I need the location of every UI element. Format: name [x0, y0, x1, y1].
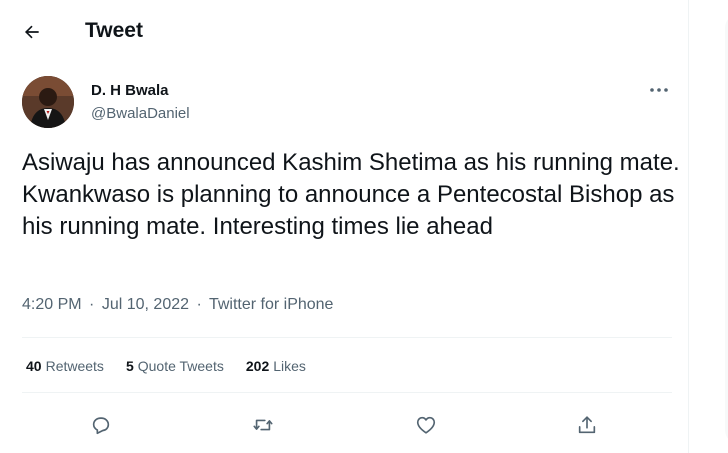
meta-separator: ·: [196, 296, 202, 313]
quote-tweets-label: Quote Tweets: [137, 358, 224, 374]
reply-button[interactable]: [81, 405, 121, 445]
tweet-header: Tweet: [0, 0, 688, 62]
likes-label: Likes: [273, 358, 306, 374]
tweet-source[interactable]: Twitter for iPhone: [209, 296, 334, 313]
tweet-date[interactable]: Jul 10, 2022: [102, 296, 189, 313]
retweet-icon: [252, 414, 274, 436]
reply-icon: [90, 414, 112, 436]
retweet-button[interactable]: [243, 405, 283, 445]
quote-tweets-count: 5: [125, 358, 134, 374]
share-icon: [576, 414, 598, 436]
divider: [22, 392, 672, 393]
meta-separator: ·: [89, 296, 95, 313]
author-handle[interactable]: @BwalaDaniel: [91, 105, 190, 122]
retweets-label: Retweets: [45, 358, 104, 374]
back-button[interactable]: [14, 16, 50, 48]
tweet-column: Tweet D. H Bwala @BwalaDaniel Asiwaju ha…: [0, 0, 688, 453]
avatar[interactable]: [22, 76, 74, 128]
tweet-text: Asiwaju has announced Kashim Shetima as …: [22, 149, 680, 240]
tweet-meta: 4:20 PM · Jul 10, 2022 · Twitter for iPh…: [22, 296, 333, 314]
share-button[interactable]: [567, 405, 607, 445]
more-button[interactable]: [645, 80, 673, 100]
more-horizontal-icon: [649, 87, 669, 93]
arrow-left-icon: [22, 22, 42, 42]
divider: [22, 337, 672, 338]
page-title: Tweet: [85, 19, 143, 42]
likes-count: 202: [245, 358, 270, 374]
quote-tweets-stat[interactable]: 5 Quote Tweets: [126, 358, 224, 374]
tweet-actions: [0, 405, 688, 445]
right-sidebar: [688, 0, 728, 453]
like-icon: [415, 414, 437, 436]
retweets-stat[interactable]: 40 Retweets: [26, 358, 104, 374]
author-name[interactable]: D. H Bwala: [91, 82, 169, 99]
likes-stat[interactable]: 202 Likes: [246, 358, 306, 374]
tweet-stats: 40 Retweets 5 Quote Tweets 202 Likes: [26, 358, 306, 374]
retweets-count: 40: [26, 358, 42, 374]
tweet-time[interactable]: 4:20 PM: [22, 296, 82, 313]
like-button[interactable]: [406, 405, 446, 445]
